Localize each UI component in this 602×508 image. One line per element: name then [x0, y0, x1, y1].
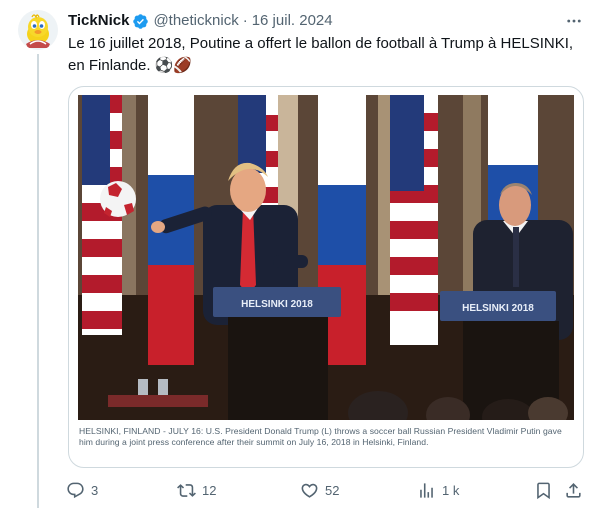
heart-icon	[301, 483, 318, 498]
separator-dot: ·	[242, 12, 248, 29]
views-button[interactable]: 1 k	[417, 480, 459, 500]
repost-icon	[177, 483, 196, 497]
post-date[interactable]: 16 juil. 2024	[252, 11, 333, 31]
reply-count: 3	[91, 482, 99, 498]
bookmark-icon	[537, 482, 550, 499]
verified-badge-icon	[132, 13, 149, 30]
share-button[interactable]	[564, 480, 583, 500]
views-chart-icon	[420, 482, 433, 498]
reply-icon	[67, 482, 84, 498]
podium-right-label: HELSINKI 2018	[462, 303, 534, 314]
share-icon	[566, 482, 581, 498]
author-handle[interactable]: @theticknick	[153, 11, 238, 31]
action-bar: 3 12 52 1 k	[66, 480, 586, 500]
post-header: TickNick @theticknick · 16 juil. 2024	[68, 11, 584, 31]
avatar[interactable]	[18, 10, 58, 50]
views-count: 1 k	[442, 482, 460, 498]
more-options-icon[interactable]	[564, 11, 584, 31]
repost-count: 12	[202, 482, 217, 498]
press-conference-photo[interactable]: HELSINKI 2018 HELSINKI 2018	[78, 95, 574, 420]
like-count: 52	[325, 482, 340, 498]
like-button[interactable]: 52	[300, 480, 339, 500]
photo-caption: HELSINKI, FINLAND - JULY 16: U.S. Presid…	[79, 426, 562, 447]
bookmark-button[interactable]	[534, 480, 553, 500]
author-name[interactable]: TickNick	[68, 11, 129, 31]
repost-button[interactable]: 12	[177, 480, 216, 500]
media-card[interactable]: HELSINKI 2018 HELSINKI 2018 HELSINKI, FI…	[68, 86, 584, 468]
post-text: Le 16 juillet 2018, Poutine a offert le …	[68, 35, 574, 74]
thread-line	[37, 54, 39, 508]
podium-left-label: HELSINKI 2018	[241, 299, 313, 310]
reply-button[interactable]: 3	[66, 480, 98, 500]
tweety-bird-avatar-icon	[18, 10, 58, 50]
